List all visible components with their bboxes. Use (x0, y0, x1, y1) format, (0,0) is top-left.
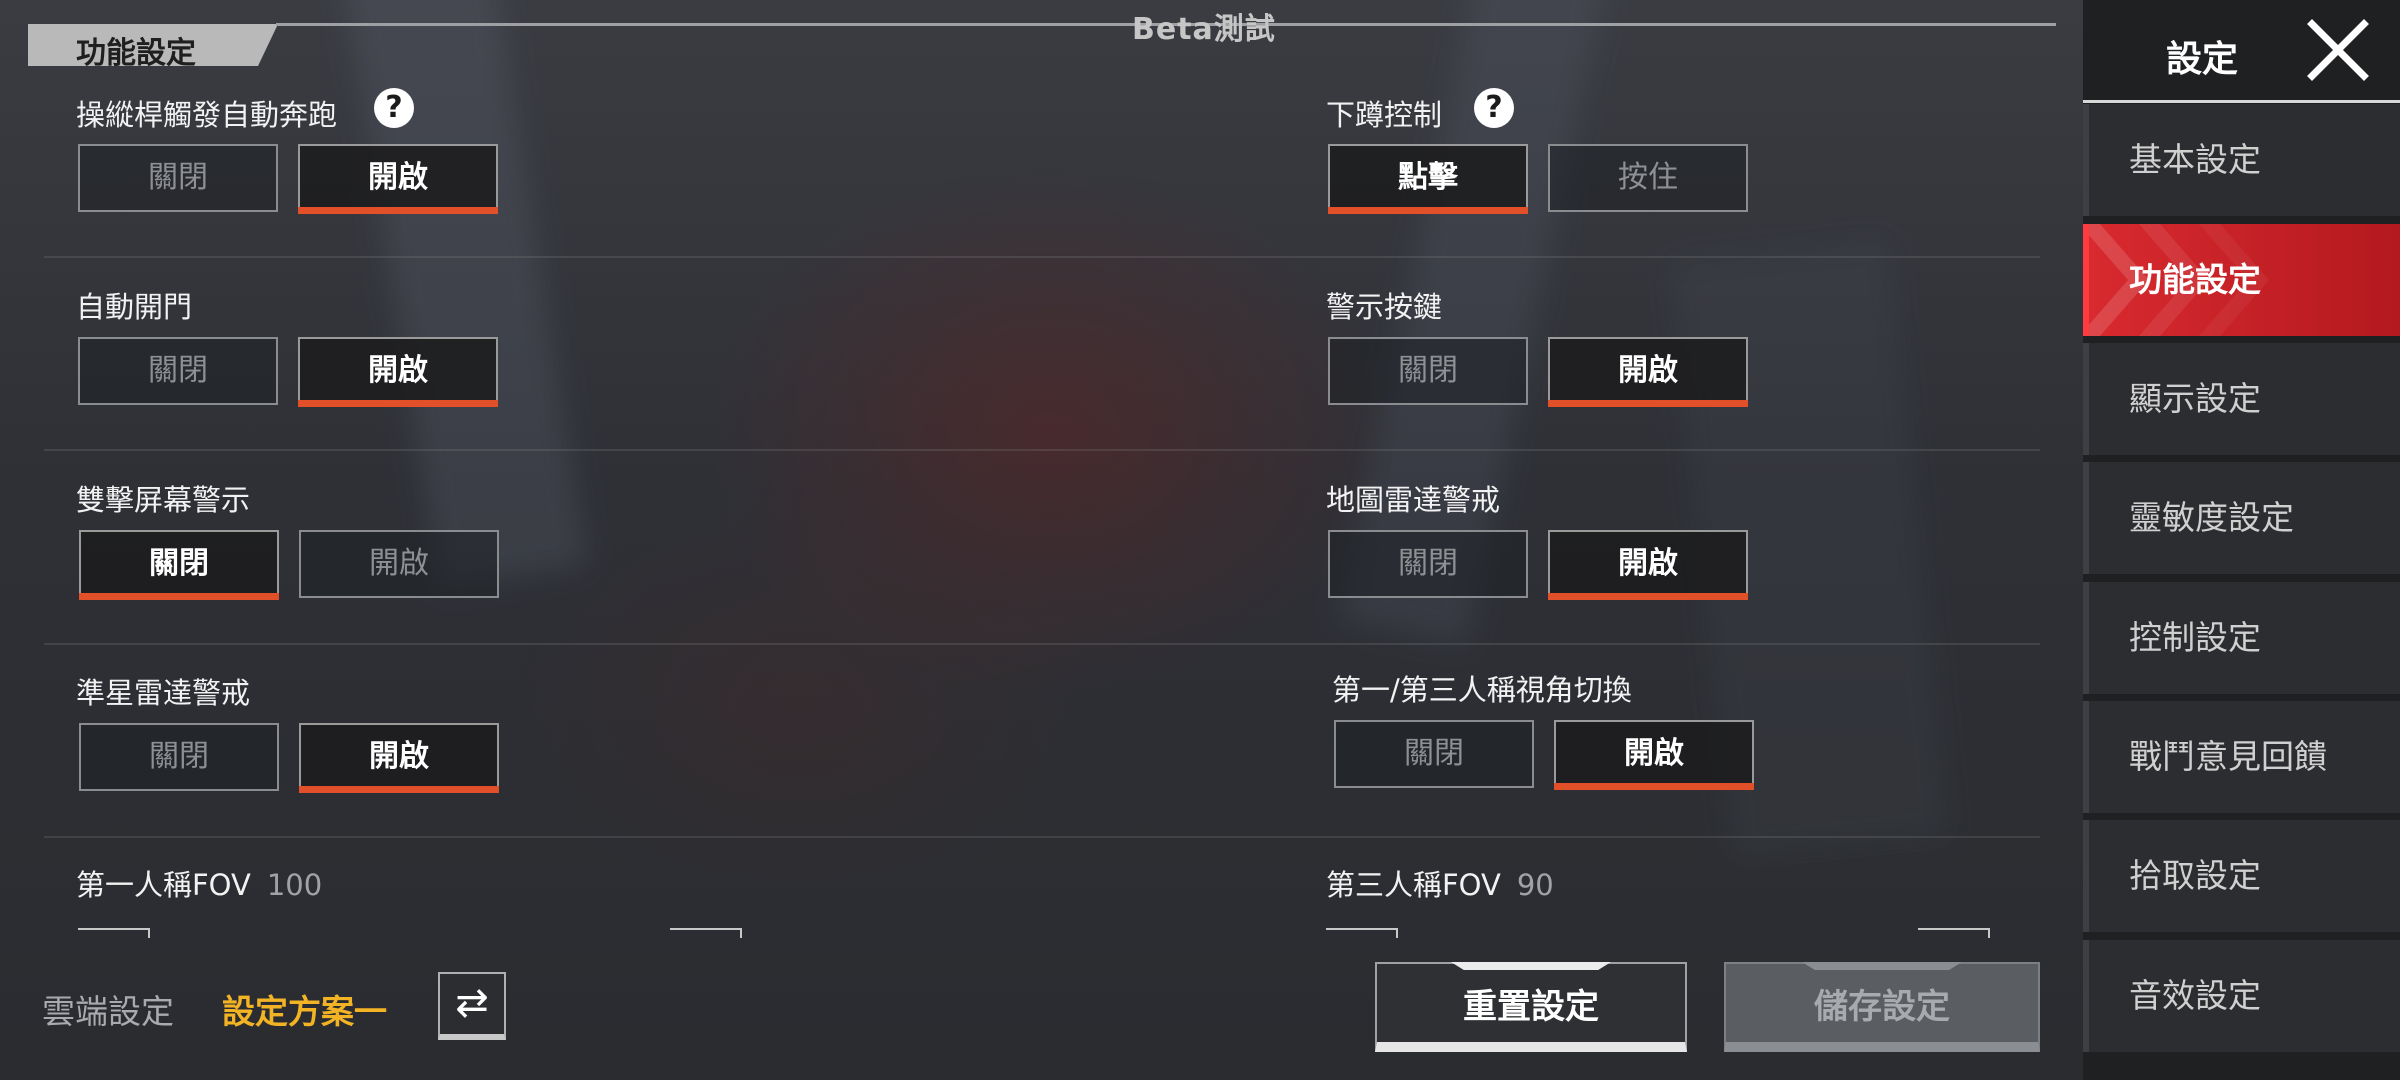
fov-third-value: 90 (1516, 868, 1554, 902)
fov-third-label: 第三人稱FOV 90 (1326, 862, 1554, 904)
crouch-tap-button[interactable]: 點擊 (1328, 144, 1528, 214)
auto-door-on-button[interactable]: 開啟 (298, 337, 498, 407)
map-radar-alert-off-button[interactable]: 關閉 (1328, 530, 1528, 598)
map-radar-alert-label: 地圖雷達警戒 (1326, 483, 1501, 517)
sidebar-item-display[interactable]: 顯示設定 (2083, 343, 2400, 455)
auto-door-off-button[interactable]: 關閉 (78, 337, 278, 405)
question-circle-icon[interactable]: ? (1474, 88, 1514, 128)
alert-button-off-button[interactable]: 關閉 (1328, 337, 1528, 405)
sidebar-divider (2083, 100, 2400, 103)
sidebar-item-label: 戰鬥意見回饋 (2129, 737, 2327, 776)
perspective-switch-off-button[interactable]: 關閉 (1334, 720, 1534, 788)
crosshair-radar-alert-off-button[interactable]: 關閉 (79, 723, 279, 791)
sidebar-item-label: 音效設定 (2129, 976, 2261, 1015)
map-radar-alert-on-button[interactable]: 開啟 (1548, 530, 1748, 600)
crosshair-radar-alert-label: 準星雷達警戒 (76, 676, 251, 710)
question-circle-icon[interactable]: ? (374, 88, 414, 128)
swap-arrows-icon[interactable]: ⇄ (438, 972, 506, 1040)
sidebar-item-basic[interactable]: 基本設定 (2083, 104, 2400, 216)
sidebar-item-label: 拾取設定 (2129, 856, 2261, 895)
joystick-autorun-off-button[interactable]: 關閉 (78, 144, 278, 212)
fov-first-label: 第一人稱FOV 100 (76, 862, 322, 904)
fov-third-label-text: 第三人稱FOV (1326, 868, 1501, 902)
perspective-switch-on-button[interactable]: 開啟 (1554, 720, 1754, 790)
row-divider (44, 449, 2040, 451)
joystick-autorun-on-button[interactable]: 開啟 (298, 144, 498, 214)
sidebar-item-sensitivity[interactable]: 靈敏度設定 (2083, 462, 2400, 574)
close-icon[interactable] (2306, 18, 2370, 82)
row-divider (44, 836, 2040, 838)
section-title: 功能設定 (76, 36, 196, 71)
save-button[interactable]: 儲存設定 (1724, 962, 2040, 1052)
sidebar-item-label: 功能設定 (2129, 260, 2261, 299)
fov-first-slider-start[interactable] (78, 928, 150, 938)
sidebar-item-audio[interactable]: 音效設定 (2083, 940, 2400, 1052)
double-tap-alert-on-button[interactable]: 開啟 (299, 530, 499, 598)
sidebar-item-label: 顯示設定 (2129, 379, 2261, 418)
fov-first-value: 100 (266, 868, 323, 902)
cloud-settings-label: 雲端設定 (42, 992, 174, 1031)
sidebar-item-pickup[interactable]: 拾取設定 (2083, 820, 2400, 932)
reset-button[interactable]: 重置設定 (1375, 962, 1687, 1052)
fov-third-slider-start[interactable] (1326, 928, 1398, 938)
crosshair-radar-alert-on-button[interactable]: 開啟 (299, 723, 499, 793)
sidebar-item-combat-feedback[interactable]: 戰鬥意見回饋 (2083, 701, 2400, 813)
sidebar-item-function[interactable]: 功能設定 (2083, 224, 2400, 336)
beta-label: Beta測試 (1132, 12, 1276, 47)
crouch-hold-button[interactable]: 按住 (1548, 144, 1748, 212)
fov-first-slider-end[interactable] (670, 928, 742, 938)
double-tap-alert-label: 雙擊屏幕警示 (76, 483, 251, 517)
row-divider (44, 643, 2040, 645)
auto-door-label: 自動開門 (76, 290, 193, 324)
fov-third-slider-end[interactable] (1918, 928, 1990, 938)
profile-name[interactable]: 設定方案一 (222, 985, 387, 1033)
fov-first-label-text: 第一人稱FOV (76, 868, 251, 902)
section-header: 功能設定 (28, 24, 278, 66)
sidebar-item-label: 基本設定 (2129, 140, 2261, 179)
alert-button-on-button[interactable]: 開啟 (1548, 337, 1748, 407)
sidebar-title: 設定 (2166, 39, 2239, 80)
sidebar-item-label: 靈敏度設定 (2129, 498, 2294, 537)
double-tap-alert-off-button[interactable]: 關閉 (79, 530, 279, 600)
joystick-autorun-label: 操縱桿觸發自動奔跑 (76, 98, 338, 132)
sidebar-item-controls[interactable]: 控制設定 (2083, 582, 2400, 694)
alert-button-label: 警示按鍵 (1326, 290, 1443, 324)
perspective-switch-label: 第一/第三人稱視角切換 (1332, 673, 1632, 707)
crouch-control-label: 下蹲控制 (1326, 98, 1443, 132)
sidebar-item-label: 控制設定 (2129, 618, 2261, 657)
row-divider (44, 256, 2040, 258)
